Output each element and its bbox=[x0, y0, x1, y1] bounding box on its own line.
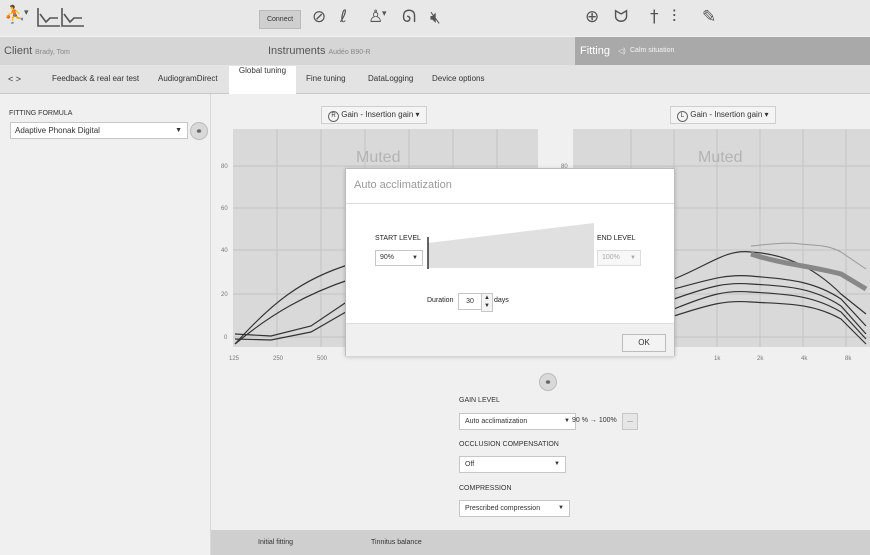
link-icon[interactable]: ⚭ bbox=[190, 122, 208, 140]
end-level-value: 100% bbox=[602, 254, 620, 261]
occlusion-compensation-label: OCCLUSION COMPENSATION bbox=[459, 441, 559, 448]
ok-button[interactable]: OK bbox=[622, 334, 666, 352]
chevron-down-icon: ▼ bbox=[630, 255, 636, 261]
dialog-title: Auto acclimatization bbox=[354, 179, 452, 191]
instruments-section[interactable]: Instruments Audéo B90-R bbox=[268, 37, 371, 65]
left-ear-muted-text: Muted bbox=[698, 149, 742, 166]
tab-tinnitus-balance[interactable]: Tinnitus balance bbox=[371, 530, 422, 555]
target-icon[interactable]: ⊕ bbox=[585, 7, 599, 27]
chevron-down-icon: ▼ bbox=[412, 255, 418, 261]
client-icon[interactable]: ⛹ bbox=[4, 5, 25, 25]
start-level-select[interactable]: 90% ▼ bbox=[375, 250, 423, 266]
duration-stepper[interactable]: ▲ ▼ bbox=[481, 293, 493, 312]
instruments-model: Audéo B90-R bbox=[328, 49, 371, 56]
svg-text:250: 250 bbox=[273, 356, 284, 362]
remote-icon[interactable]: † bbox=[650, 7, 659, 27]
tools-icon[interactable]: ✎ bbox=[702, 7, 716, 27]
battery-icon[interactable]: ♙ bbox=[368, 7, 383, 27]
client-label: Client bbox=[4, 45, 33, 57]
auto-acclimatization-dialog: Auto acclimatization START LEVEL 90% ▼ E… bbox=[345, 168, 675, 356]
tab-initial-fitting[interactable]: Initial fitting bbox=[258, 530, 293, 555]
fitting-formula-select[interactable]: Adaptive Phonak Digital ▼ bbox=[10, 122, 188, 139]
fitting-formula-value: Adaptive Phonak Digital bbox=[15, 126, 100, 135]
client-name: Brady, Tom bbox=[35, 49, 70, 56]
tab-device-options[interactable]: Device options bbox=[432, 65, 484, 93]
occlusion-compensation-value: Off bbox=[465, 461, 475, 468]
left-ear-x-ticks: 1k 2k 4k 8k bbox=[714, 356, 852, 362]
left-panel bbox=[0, 94, 211, 555]
link-ears-icon[interactable]: ⚭ bbox=[539, 373, 557, 391]
hearing-instrument-icon[interactable]: ℓ bbox=[340, 7, 347, 27]
svg-text:2k: 2k bbox=[757, 356, 764, 362]
duration-label: Duration bbox=[427, 297, 454, 304]
fitting-section[interactable]: Fitting ◁) Calm situation bbox=[575, 37, 870, 65]
tab-global-tuning-label: Global tuning bbox=[238, 66, 287, 75]
svg-text:1k: 1k bbox=[714, 356, 721, 362]
occlusion-compensation-select[interactable]: Off ▼ bbox=[459, 456, 566, 473]
client-menu-chevron-icon[interactable]: ▾ bbox=[24, 8, 29, 18]
battery-menu-chevron-icon[interactable]: ▾ bbox=[382, 9, 387, 19]
start-level-value: 90% bbox=[380, 254, 395, 261]
mute-icon[interactable]: 🔇︎ bbox=[430, 8, 441, 28]
fitting-formula-heading: FITTING FORMULA bbox=[9, 110, 73, 117]
start-level-label: START LEVEL bbox=[375, 235, 421, 242]
right-ear-x-ticks: 125 250 500 bbox=[229, 356, 328, 362]
gain-level-select[interactable]: Auto acclimatization ▼ bbox=[459, 413, 576, 430]
duration-value: 30 bbox=[466, 298, 474, 305]
svg-text:0: 0 bbox=[224, 335, 228, 341]
svg-text:20: 20 bbox=[221, 292, 228, 298]
compression-value: Prescribed compression bbox=[465, 505, 541, 512]
gain-level-range: 90 % → 100% bbox=[572, 417, 617, 424]
tab-datalogging[interactable]: DataLogging bbox=[368, 65, 413, 93]
chevron-down-icon: ▼ bbox=[175, 127, 182, 134]
gain-level-label: GAIN LEVEL bbox=[459, 397, 500, 404]
tab-fine-tuning[interactable]: Fine tuning bbox=[306, 65, 346, 93]
chevron-down-icon: ▼ bbox=[564, 418, 570, 424]
tab-global-tuning[interactable]: Global tuning bbox=[229, 66, 296, 94]
duration-input[interactable]: 30 bbox=[458, 293, 482, 310]
connect-icon[interactable]: ⊘ bbox=[312, 7, 326, 27]
svg-text:500: 500 bbox=[317, 356, 328, 362]
tab-feedback-real-ear[interactable]: Feedback & real ear test bbox=[52, 65, 139, 93]
bottom-tab-bar bbox=[211, 530, 870, 555]
top-toolbar: ⛹ ▾ Connect ⊘ ℓ ♙ ▾ ᘏ 🔇︎ ⊕ ᗢ † ⫶ ✎ bbox=[0, 0, 870, 36]
acclimatization-ramp bbox=[427, 223, 594, 269]
svg-text:125: 125 bbox=[229, 356, 240, 362]
dialog-divider bbox=[346, 203, 674, 204]
more-options-button[interactable]: ... bbox=[622, 413, 638, 430]
end-level-select: 100% ▼ bbox=[597, 250, 641, 266]
right-ear-y-ticks: 80 60 40 20 0 bbox=[221, 164, 228, 341]
binaural-icon[interactable]: ᗢ bbox=[614, 7, 628, 27]
svg-text:40: 40 bbox=[221, 248, 228, 254]
fitting-situation: Calm situation bbox=[630, 47, 675, 54]
end-level-label: END LEVEL bbox=[597, 235, 636, 242]
ear-icon[interactable]: ᘏ bbox=[402, 7, 416, 27]
chevron-down-icon: ▼ bbox=[558, 505, 564, 511]
right-ear-muted-text: Muted bbox=[356, 149, 400, 166]
sliders-icon[interactable]: ⫶ bbox=[672, 7, 676, 27]
instruments-label: Instruments bbox=[268, 45, 326, 57]
compression-label: COMPRESSION bbox=[459, 485, 512, 492]
fitting-label: Fitting bbox=[580, 45, 610, 57]
compression-select[interactable]: Prescribed compression ▼ bbox=[459, 500, 570, 517]
speaker-icon: ◁) bbox=[618, 48, 626, 55]
svg-text:8k: 8k bbox=[845, 356, 852, 362]
tab-audiogram-direct[interactable]: AudiogramDirect bbox=[158, 65, 218, 93]
svg-text:4k: 4k bbox=[801, 356, 808, 362]
svg-text:80: 80 bbox=[221, 164, 228, 170]
tab-nav-arrows[interactable]: < > bbox=[8, 65, 21, 93]
audiogram-icon[interactable] bbox=[36, 6, 86, 28]
connect-button[interactable]: Connect bbox=[259, 10, 301, 29]
client-section[interactable]: Client Brady, Tom bbox=[4, 37, 70, 65]
duration-unit: days bbox=[494, 297, 509, 304]
chevron-down-icon: ▼ bbox=[554, 461, 560, 467]
gain-level-value: Auto acclimatization bbox=[465, 418, 528, 425]
svg-text:60: 60 bbox=[221, 206, 228, 212]
